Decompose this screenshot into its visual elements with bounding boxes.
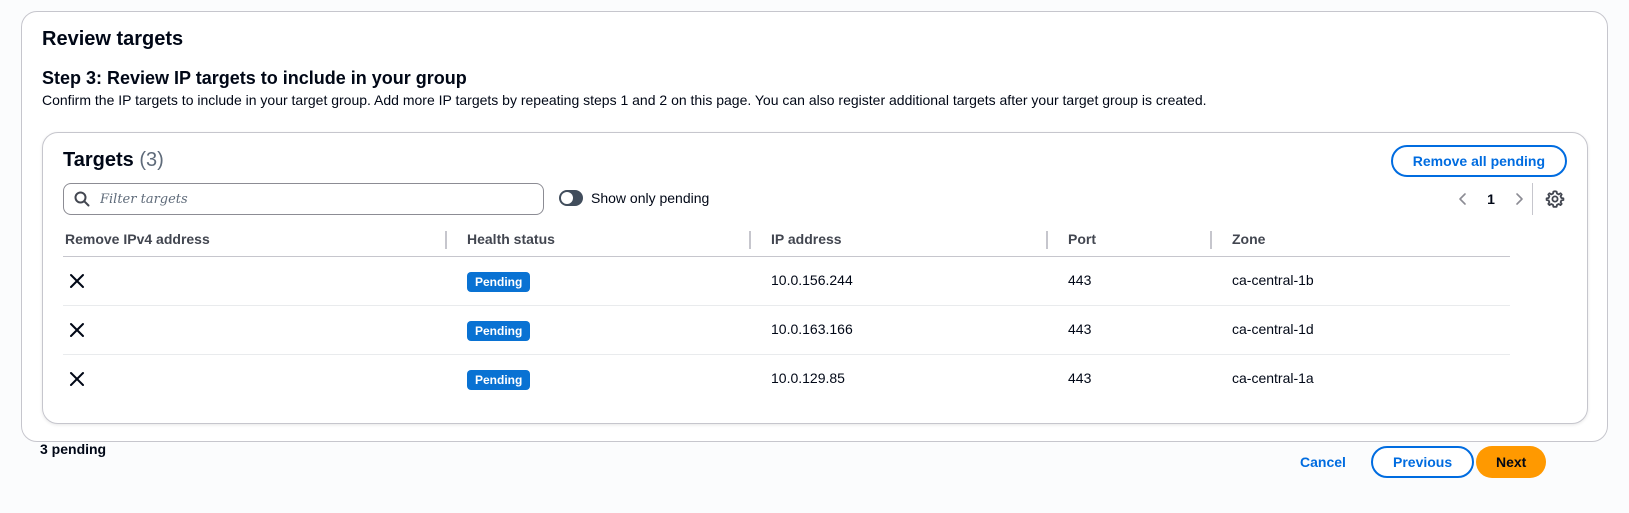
targets-title: Targets [63,149,134,171]
cancel-button[interactable]: Cancel [1288,446,1358,478]
show-only-pending-toggle[interactable]: Show only pending [559,190,709,206]
zone-cell: ca-central-1b [1232,272,1314,288]
table-row: Pending 10.0.129.85 443 ca-central-1a [63,355,1510,404]
review-targets-panel: Review targets Step 3: Review IP targets… [21,11,1608,442]
column-header-health: Health status [467,231,555,247]
search-icon [74,191,90,207]
column-resizer[interactable] [1210,231,1212,249]
toggle-thumb [561,192,573,204]
column-header-zone: Zone [1232,231,1266,247]
table-header: Remove IPv4 address Health status IP add… [63,227,1510,257]
previous-page-button[interactable] [1451,187,1475,211]
targets-table: Remove IPv4 address Health status IP add… [63,227,1510,404]
pending-count: 3 pending [40,441,107,457]
table-row: Pending 10.0.156.244 443 ca-central-1b [63,257,1510,306]
column-resizer[interactable] [749,231,751,249]
table-row: Pending 10.0.163.166 443 ca-central-1d [63,306,1510,355]
close-icon[interactable] [69,322,85,338]
pagination: 1 [1451,185,1531,213]
filter-targets-input[interactable] [98,184,538,214]
zone-cell: ca-central-1a [1232,370,1314,386]
current-page-number[interactable]: 1 [1475,191,1507,207]
port-cell: 443 [1068,321,1092,337]
column-header-port: Port [1068,231,1096,247]
column-header-ip: IP address [771,231,842,247]
ip-address-cell: 10.0.156.244 [771,272,853,288]
remove-all-pending-button[interactable]: Remove all pending [1390,145,1567,177]
column-resizer[interactable] [445,231,447,249]
ip-address-cell: 10.0.129.85 [771,370,845,386]
toggle-switch[interactable] [559,190,583,206]
column-header-remove: Remove IPv4 address [65,231,210,247]
gear-icon [1545,190,1565,208]
ip-address-cell: 10.0.163.166 [771,321,853,337]
filter-targets-field[interactable] [63,183,544,215]
step-description: Confirm the IP targets to include in you… [42,92,1207,108]
close-icon[interactable] [69,371,85,387]
step-title: Step 3: Review IP targets to include in … [42,68,467,88]
table-settings-button[interactable] [1545,189,1565,209]
chevron-right-icon [1516,193,1523,205]
next-button[interactable]: Next [1476,446,1547,478]
targets-header: Targets (3) [63,149,164,172]
zone-cell: ca-central-1d [1232,321,1314,337]
status-badge: Pending [467,272,531,292]
status-badge: Pending [467,321,531,341]
toggle-label: Show only pending [591,190,710,206]
status-badge: Pending [467,370,531,390]
panel-title: Review targets [42,28,184,50]
column-resizer[interactable] [1046,231,1048,249]
targets-container: Targets (3) Remove all pending Show only… [42,132,1588,424]
port-cell: 443 [1068,272,1092,288]
pager-divider [1532,183,1533,215]
chevron-left-icon [1459,193,1466,205]
next-page-button[interactable] [1507,187,1531,211]
previous-button[interactable]: Previous [1371,446,1475,478]
close-icon[interactable] [69,273,85,289]
targets-count: (3) [139,149,164,171]
port-cell: 443 [1068,370,1092,386]
